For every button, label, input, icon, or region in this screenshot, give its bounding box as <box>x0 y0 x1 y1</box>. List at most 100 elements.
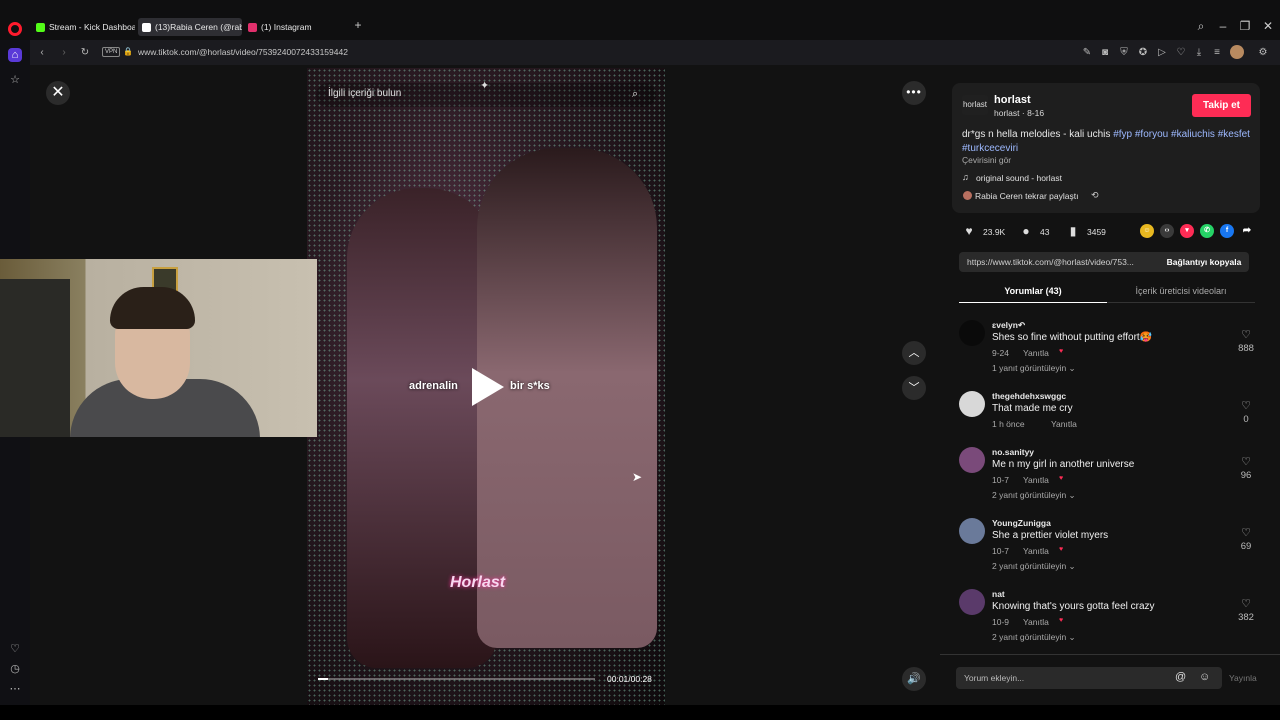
previous-video-button[interactable]: ︿ <box>902 341 926 365</box>
reply-button[interactable]: Yanıtla <box>1023 475 1049 485</box>
share-emoji-icon[interactable]: ☺ <box>1140 224 1154 238</box>
hashtag-fyp[interactable]: #fyp <box>1113 129 1132 140</box>
webcam-overlay <box>0 259 317 437</box>
whatsapp-icon[interactable]: ✆ <box>1200 224 1214 238</box>
author-name[interactable]: horlast <box>994 94 1031 106</box>
hashtag-turkceceviri[interactable]: #turkceceviri <box>962 143 1018 154</box>
commenter-name[interactable]: ɛvelyn↶ <box>992 320 1025 331</box>
play-icon[interactable] <box>472 368 504 406</box>
hashtag-kaliuchis[interactable]: #kaliuchis <box>1171 129 1215 140</box>
post-comment-button[interactable]: Yayınla <box>1229 673 1257 683</box>
vpn-badge[interactable]: VPN <box>102 47 121 57</box>
reply-button[interactable]: Yanıtla <box>1023 617 1049 627</box>
progress-track[interactable] <box>318 678 595 680</box>
next-video-button[interactable]: ﹀ <box>902 376 926 400</box>
bookmark-icon[interactable]: ▮ <box>1066 224 1080 238</box>
new-tab-button[interactable]: + <box>351 18 365 32</box>
comment-like-icon[interactable]: ♡ <box>1240 455 1252 468</box>
search-icon[interactable]: ⌕ <box>632 88 638 101</box>
comment-like-icon[interactable]: ♡ <box>1240 597 1252 610</box>
comment-text: She a prettier violet myers <box>992 530 1109 541</box>
commenter-avatar[interactable] <box>959 447 985 473</box>
extension-icon[interactable]: ✪ <box>1137 47 1149 58</box>
hashtag-kesfet[interactable]: #kesfet <box>1218 129 1250 140</box>
view-replies-link[interactable]: 2 yanıt görüntüleyin ⌄ <box>992 632 1076 643</box>
facebook-icon[interactable]: f <box>1220 224 1234 238</box>
tab-comments[interactable]: Yorumlar (43) <box>959 281 1107 303</box>
copy-link-button[interactable]: Bağlantıyı kopyala <box>1159 252 1249 272</box>
webcam-person-hair <box>110 287 195 329</box>
video-search-input[interactable]: İlgili içeriği bulun <box>328 88 401 99</box>
share-arrow-icon[interactable]: ➦ <box>1240 224 1254 238</box>
commenter-avatar[interactable] <box>959 320 985 346</box>
comment-like-icon[interactable]: ♡ <box>1240 328 1252 341</box>
reply-button[interactable]: Yanıtla <box>1023 348 1049 358</box>
reload-icon[interactable]: ↻ <box>79 47 91 58</box>
minimize-icon[interactable]: – <box>1216 19 1230 33</box>
comment-item: no.sanityy Me n my girl in another unive… <box>959 447 1259 515</box>
commenter-avatar[interactable] <box>959 391 985 417</box>
commenter-avatar[interactable] <box>959 518 985 544</box>
commenter-name[interactable]: YoungZunigga <box>992 518 1051 528</box>
url-field[interactable]: www.tiktok.com/@horlast/video/7539240072… <box>138 47 348 57</box>
video-link[interactable]: https://www.tiktok.com/@horlast/video/75… <box>967 257 1152 267</box>
translate-link[interactable]: Çevirisini gör <box>962 155 1011 165</box>
comment-input[interactable]: Yorum ekleyin... <box>964 673 1024 683</box>
commenter-name[interactable]: nat <box>992 589 1005 599</box>
home-icon[interactable]: ⌂ <box>8 48 22 62</box>
more-sidebar-icon[interactable]: ⋯ <box>8 682 22 696</box>
follow-button[interactable]: Takip et <box>1192 94 1251 117</box>
volume-button[interactable]: 🔊 <box>902 667 926 691</box>
favorites-icon[interactable]: ♡ <box>8 642 22 656</box>
comment-icon[interactable]: ● <box>1019 224 1033 238</box>
heart-bookmark-icon[interactable]: ♡ <box>1175 47 1187 58</box>
send-icon[interactable]: ▾ <box>1180 224 1194 238</box>
history-icon[interactable]: ◷ <box>8 662 22 676</box>
instagram-favicon-icon <box>248 22 257 32</box>
like-icon[interactable]: ♥ <box>962 224 976 238</box>
view-replies-link[interactable]: 2 yanıt görüntüleyin ⌄ <box>992 561 1076 572</box>
menu-icon[interactable]: ≡ <box>1211 47 1223 58</box>
close-window-icon[interactable]: ✕ <box>1261 19 1275 33</box>
reply-button[interactable]: Yanıtla <box>1051 419 1077 429</box>
opera-logo-icon[interactable] <box>8 22 22 36</box>
settings-icon[interactable]: ⚙ <box>1257 47 1269 58</box>
more-options-button[interactable]: ••• <box>902 81 926 105</box>
comment-count: 43 <box>1040 227 1050 237</box>
comment-like-icon[interactable]: ♡ <box>1240 399 1252 412</box>
creator-liked-icon: ♥ <box>1059 617 1064 624</box>
view-replies-link[interactable]: 1 yanıt görüntüleyin ⌄ <box>992 363 1076 374</box>
browser-search-icon[interactable]: ⌕ <box>1194 19 1208 34</box>
comment-date: 10-7 <box>992 546 1010 556</box>
download-icon[interactable]: ⤓ <box>1193 47 1205 58</box>
author-avatar[interactable]: horlast <box>962 95 988 115</box>
commenter-avatar[interactable] <box>959 589 985 615</box>
view-replies-link[interactable]: 2 yanıt görüntüleyin ⌄ <box>992 490 1076 501</box>
comment-item: ɛvelyn↶ Shes so fine without putting eff… <box>959 320 1259 388</box>
edit-icon[interactable]: ✎ <box>1081 47 1093 58</box>
sound-link[interactable]: original sound - horlast <box>976 173 1062 183</box>
camera-icon[interactable]: ◙ <box>1099 47 1111 58</box>
back-icon[interactable]: ‹ <box>36 47 48 58</box>
comment-like-icon[interactable]: ♡ <box>1240 526 1252 539</box>
forward-icon[interactable]: › <box>58 47 70 58</box>
close-video-button[interactable]: ✕ <box>46 81 70 105</box>
tab-tiktok-active[interactable]: (13)Rabia Ceren (@rabiac <box>138 18 242 36</box>
maximize-icon[interactable]: ❐ <box>1238 19 1252 33</box>
embed-icon[interactable]: ‹› <box>1160 224 1174 238</box>
comment-like-count: 888 <box>1238 343 1254 354</box>
commenter-name[interactable]: no.sanityy <box>992 447 1034 457</box>
pin-icon[interactable]: ☆ <box>8 73 22 87</box>
tab-kick-dashboard[interactable]: Stream - Kick Dashboard <box>32 18 135 36</box>
mouse-cursor-icon: ➤ <box>632 470 643 484</box>
tab-instagram[interactable]: (1) Instagram <box>244 18 344 36</box>
mention-icon[interactable]: @ <box>1175 671 1186 683</box>
play-extension-icon[interactable]: ▷ <box>1156 47 1168 58</box>
shield-icon[interactable]: ⛨ <box>1118 47 1130 58</box>
profile-avatar[interactable] <box>1230 45 1244 59</box>
hashtag-foryou[interactable]: #foryou <box>1135 129 1168 140</box>
commenter-name[interactable]: thegehdehxswggc <box>992 391 1066 401</box>
reply-button[interactable]: Yanıtla <box>1023 546 1049 556</box>
tab-creator-videos[interactable]: İçerik üreticisi videoları <box>1107 281 1255 303</box>
emoji-icon[interactable]: ☺ <box>1199 671 1210 683</box>
